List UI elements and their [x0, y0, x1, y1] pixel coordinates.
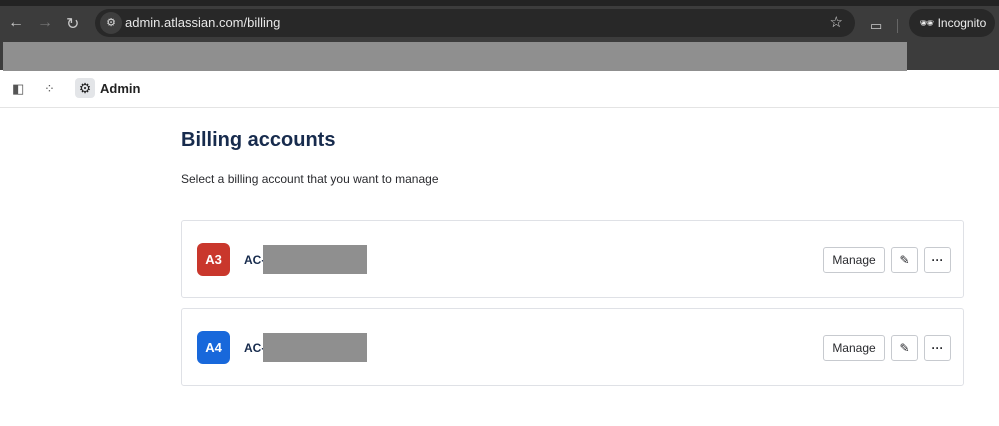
redacted-account-id [263, 245, 367, 274]
redacted-account-id [263, 333, 367, 362]
incognito-icon: 🕶 [919, 16, 938, 30]
address-bar[interactable]: ⚙ admin.atlassian.com/billing ☆ [95, 9, 855, 37]
more-options-icon[interactable]: ··· [924, 335, 951, 361]
url-text[interactable]: admin.atlassian.com/billing [125, 15, 280, 30]
redacted-bookmarks-bar [3, 42, 907, 71]
page-title: Billing accounts [181, 129, 336, 151]
tab-search-icon[interactable]: ▭ [870, 18, 882, 34]
billing-account-card[interactable]: A3 AC- Manage ✎ ··· [181, 220, 964, 298]
incognito-badge[interactable]: 🕶 Incognito [909, 9, 995, 37]
app-switcher-icon[interactable]: ⁘ [44, 81, 55, 97]
browser-toolbar: ← → ↻ ⚙ admin.atlassian.com/billing ☆ ▭ … [0, 6, 999, 42]
more-options-icon[interactable]: ··· [924, 247, 951, 273]
manage-button[interactable]: Manage [823, 335, 885, 361]
edit-icon[interactable]: ✎ [891, 247, 918, 273]
app-header: ◧ ⁘ ⚙ Admin [0, 71, 999, 108]
account-avatar: A3 [197, 243, 230, 276]
forward-icon[interactable]: → [37, 14, 53, 32]
sidebar-toggle-icon[interactable]: ◧ [12, 81, 24, 97]
app-title[interactable]: Admin [100, 81, 140, 96]
account-avatar: A4 [197, 331, 230, 364]
page-subtitle: Select a billing account that you want t… [181, 172, 439, 186]
manage-button[interactable]: Manage [823, 247, 885, 273]
incognito-label: Incognito [937, 16, 987, 30]
reload-icon[interactable]: ↻ [66, 14, 79, 34]
site-settings-icon[interactable]: ⚙ [100, 12, 122, 34]
browser-chrome: ← → ↻ ⚙ admin.atlassian.com/billing ☆ ▭ … [0, 0, 999, 71]
billing-account-card[interactable]: A4 AC- Manage ✎ ··· [181, 308, 964, 386]
divider [897, 19, 898, 33]
back-icon[interactable]: ← [8, 14, 24, 32]
bookmark-star-icon[interactable]: ☆ [830, 13, 843, 31]
edit-icon[interactable]: ✎ [891, 335, 918, 361]
gear-icon[interactable]: ⚙ [75, 78, 95, 98]
